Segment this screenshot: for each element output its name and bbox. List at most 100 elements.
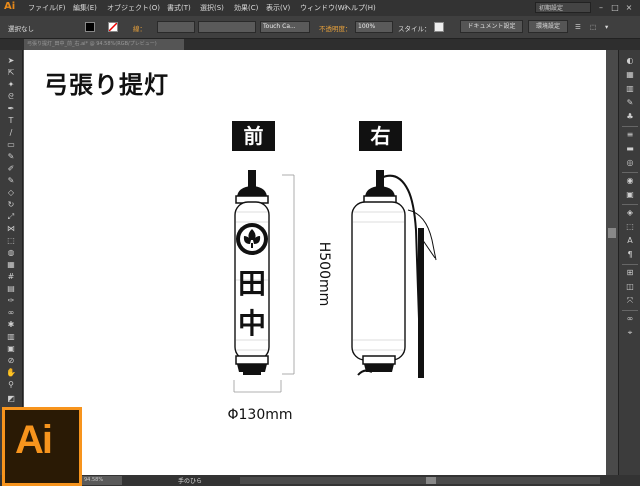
selection-tool-icon[interactable]: ➤: [6, 56, 16, 66]
brush-dropdown[interactable]: Touch Ca...: [260, 21, 310, 33]
paintbrush-tool-icon[interactable]: ✎: [6, 152, 16, 162]
opacity-field[interactable]: 100%: [355, 21, 393, 33]
hand-tool-icon[interactable]: ✋: [6, 368, 16, 378]
maximize-icon[interactable]: □: [610, 3, 620, 12]
layers-panel-icon[interactable]: ◈: [625, 208, 635, 218]
direct-selection-tool-icon[interactable]: ⇱: [6, 68, 16, 78]
eraser-tool-icon[interactable]: ◇: [6, 188, 16, 198]
horizontal-scrollbar[interactable]: [240, 477, 600, 484]
menu-object[interactable]: オブジェクト(O): [107, 3, 160, 13]
close-icon[interactable]: ×: [624, 3, 634, 12]
height-dimension: H500mm: [316, 242, 332, 307]
stroke-weight-field[interactable]: [157, 21, 195, 33]
menu-edit[interactable]: 編集(E): [73, 3, 97, 13]
artboard[interactable]: 弓張り提灯 前 右 田 中 H500mm Φ130mm: [24, 50, 606, 475]
menu-window[interactable]: ウィンドウ(W): [300, 3, 347, 13]
rotate-tool-icon[interactable]: ↻: [6, 200, 16, 210]
menu-view[interactable]: 表示(V): [266, 3, 290, 13]
zoom-tool-icon[interactable]: ⚲: [6, 380, 16, 390]
vertical-scrollbar[interactable]: [606, 50, 618, 475]
scale-tool-icon[interactable]: ⤢: [6, 212, 16, 222]
zoom-field[interactable]: 94.58%: [82, 476, 122, 485]
variable-width-dropdown[interactable]: [198, 21, 256, 33]
name-char-2: 中: [238, 307, 266, 340]
rectangle-tool-icon[interactable]: ▭: [6, 140, 16, 150]
diameter-dimension-line: [233, 380, 282, 393]
selection-status: 選択なし: [8, 25, 34, 33]
name-char-1: 田: [238, 267, 266, 300]
panel-dock: ◐ ▦ ▥ ✎ ♣ ≡ ▬ ◎ ◉ ▣ ◈ ⬚ A ¶ ⊞ ◫ ⤧ ∞ ⌖: [618, 50, 640, 486]
preferences-button[interactable]: 環境設定: [528, 20, 568, 33]
control-bar: 選択なし 線： Touch Ca... 不透明度： 100% スタイル： ドキュ…: [0, 16, 640, 39]
gradient-panel-icon[interactable]: ▬: [625, 144, 635, 154]
lantern-drawing: 田 中 H500mm Φ130mm: [227, 170, 437, 423]
appearance-panel-icon[interactable]: ◉: [625, 176, 635, 186]
graphic-styles-icon[interactable]: ▣: [625, 190, 635, 200]
links-panel-icon[interactable]: ∞: [625, 314, 635, 324]
menu-file[interactable]: ファイル(F): [28, 3, 66, 13]
side-lantern: [351, 170, 437, 379]
current-tool-label: 手のひら: [178, 478, 203, 485]
shape-builder-tool-icon[interactable]: ◍: [6, 248, 16, 258]
document-tab[interactable]: 弓張り提灯_田中_前_右.ai* @ 94.58%(RGB/プレビュー): [24, 39, 184, 50]
vertical-scroll-thumb[interactable]: [608, 228, 616, 238]
type-tool-icon[interactable]: T: [6, 116, 16, 126]
mesh-tool-icon[interactable]: #: [6, 272, 16, 282]
status-bar: 94.58% 手のひら: [0, 475, 640, 486]
illustrator-logo: Ai: [2, 407, 82, 486]
height-dimension-line: [282, 174, 295, 375]
line-tool-icon[interactable]: ∕: [6, 128, 16, 138]
pencil-tool-icon[interactable]: ✐: [6, 164, 16, 174]
swatches-panel-icon[interactable]: ▥: [625, 84, 635, 94]
horizontal-scroll-thumb[interactable]: [426, 477, 436, 484]
stroke-panel-icon[interactable]: ≡: [625, 130, 635, 140]
transform-panel-icon[interactable]: ⤧: [625, 296, 635, 306]
blob-brush-tool-icon[interactable]: ✎: [6, 176, 16, 186]
symbol-sprayer-tool-icon[interactable]: ✱: [6, 320, 16, 330]
pen-tool-icon[interactable]: ✒: [6, 104, 16, 114]
minimize-icon[interactable]: –: [596, 3, 606, 12]
transform-icon[interactable]: ⬚: [590, 23, 596, 31]
gradient-tool-icon[interactable]: ▤: [6, 284, 16, 294]
magic-wand-tool-icon[interactable]: ✦: [6, 80, 16, 90]
document-tab-bar: 弓張り提灯_田中_前_右.ai* @ 94.58%(RGB/プレビュー): [0, 39, 640, 50]
color-panel-icon[interactable]: ◐: [625, 56, 635, 66]
style-label: スタイル：: [398, 25, 431, 33]
navigator-panel-icon[interactable]: ⌖: [625, 328, 635, 338]
align-panel-icon[interactable]: ⊞: [625, 268, 635, 278]
lasso-tool-icon[interactable]: ᘓ: [6, 92, 16, 102]
fill-stroke-icon[interactable]: ◩: [6, 394, 16, 404]
stroke-label[interactable]: 線：: [133, 23, 146, 33]
perspective-grid-tool-icon[interactable]: ▦: [6, 260, 16, 270]
slice-tool-icon[interactable]: ⊘: [6, 356, 16, 366]
symbols-panel-icon[interactable]: ♣: [625, 112, 635, 122]
menu-bar: Ai ファイル(F) 編集(E) オブジェクト(O) 書式(T) 選択(S) 効…: [0, 0, 640, 16]
stroke-swatch[interactable]: [108, 22, 118, 32]
align-icon[interactable]: ☰: [575, 23, 581, 31]
diameter-dimension: Φ130mm: [227, 407, 292, 423]
color-guide-icon[interactable]: ▦: [625, 70, 635, 80]
artboard-tool-icon[interactable]: ▣: [6, 344, 16, 354]
transparency-panel-icon[interactable]: ◎: [625, 158, 635, 168]
menu-type[interactable]: 書式(T): [167, 3, 191, 13]
graph-tool-icon[interactable]: ▥: [6, 332, 16, 342]
panel-menu-icon[interactable]: ▾: [605, 23, 608, 31]
eyedropper-tool-icon[interactable]: ✑: [6, 296, 16, 306]
pathfinder-panel-icon[interactable]: ◫: [625, 282, 635, 292]
menu-help[interactable]: ヘルプ(H): [344, 3, 376, 13]
free-transform-tool-icon[interactable]: ⬚: [6, 236, 16, 246]
illustrator-logo-text: Ai: [15, 418, 53, 462]
menu-select[interactable]: 選択(S): [200, 3, 224, 13]
paragraph-panel-icon[interactable]: ¶: [625, 250, 635, 260]
blend-tool-icon[interactable]: ∞: [6, 308, 16, 318]
artboards-panel-icon[interactable]: ⬚: [625, 222, 635, 232]
character-panel-icon[interactable]: A: [625, 236, 635, 246]
fill-swatch[interactable]: [85, 22, 95, 32]
workspace-switcher[interactable]: 初期設定: [535, 2, 591, 13]
width-tool-icon[interactable]: ⋈: [6, 224, 16, 234]
menu-effect[interactable]: 効果(C): [234, 3, 258, 13]
document-setup-button[interactable]: ドキュメント設定: [460, 20, 523, 33]
opacity-label[interactable]: 不透明度：: [319, 23, 352, 33]
brushes-panel-icon[interactable]: ✎: [625, 98, 635, 108]
style-swatch[interactable]: [434, 22, 444, 32]
